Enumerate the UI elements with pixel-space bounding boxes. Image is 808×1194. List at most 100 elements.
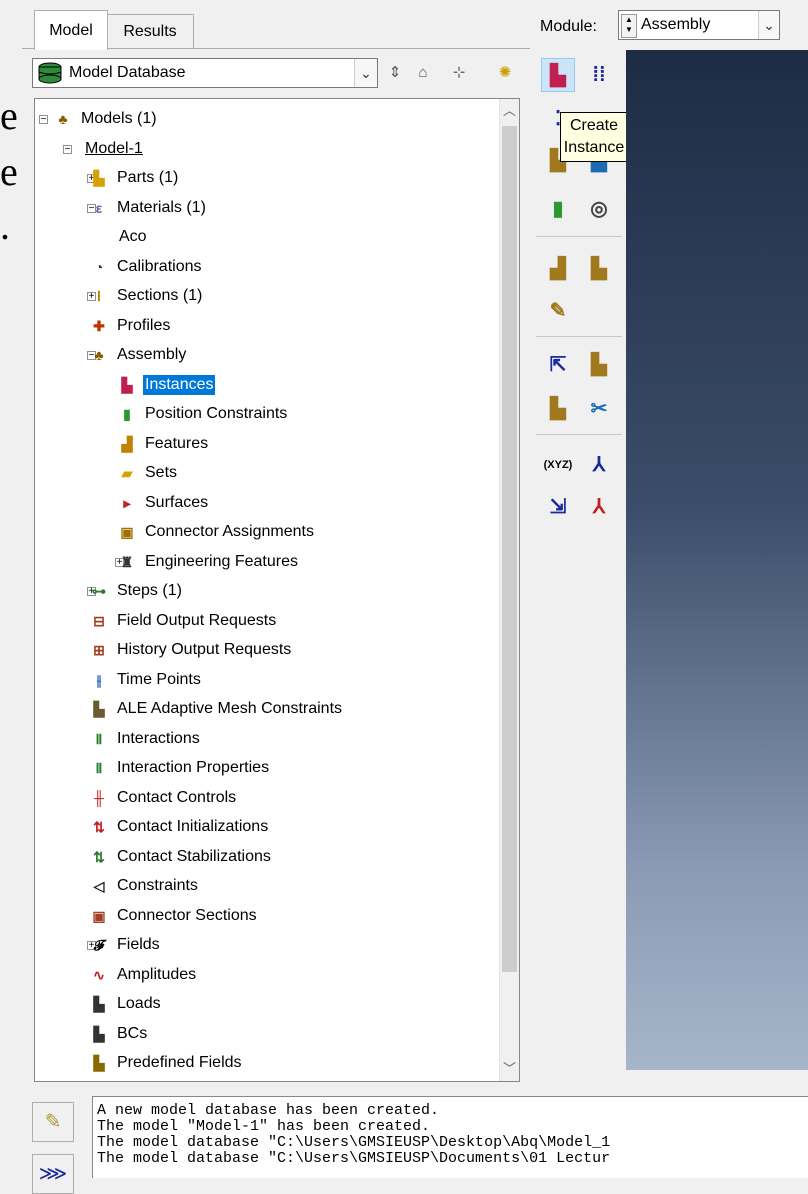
tree-node-amplitudes[interactable]: ∿ Amplitudes [89, 961, 198, 989]
tree-scrollbar[interactable]: ︿ ﹀ [499, 99, 519, 1081]
datum-axis-tool-icon[interactable]: ⇲ [541, 490, 575, 524]
tree-node-interaction-properties[interactable]: Ⅱ Interaction Properties [89, 754, 271, 782]
calibrations-icon: ◔ [94, 258, 104, 275]
model-database-select[interactable]: Model Database ⌄ [32, 58, 378, 88]
tree-node-label: Loads [117, 995, 161, 1012]
select-tool-icon[interactable]: ⇱ [541, 348, 575, 382]
materials-icon: ε [95, 199, 103, 216]
merge-cut-tool-icon[interactable]: ◎ [582, 192, 616, 226]
chevron-down-icon[interactable]: ⌄ [758, 11, 779, 39]
tree-node-label: Position Constraints [145, 405, 288, 422]
tree-node-assembly[interactable]: ♣ Assembly [89, 341, 188, 369]
assembly-icon: ♣ [94, 347, 104, 363]
surfaces-icon: ▸ [123, 494, 131, 511]
tree-node-sets[interactable]: ▰ Sets [117, 459, 179, 487]
model-tree[interactable]: − ♣ Models (1) − Model-1 + ▙ Parts (1) − ε Materia… [34, 98, 520, 1082]
edit-feature-tool-icon[interactable]: ✎ [541, 294, 575, 328]
models-icon: ♣ [58, 111, 68, 127]
tree-node-calibrations[interactable]: ◔ Calibrations [89, 253, 203, 281]
fields-icon: 𝓕 [93, 937, 105, 953]
tree-node-label: Amplitudes [117, 965, 197, 983]
parts-icon: ▙ [93, 170, 105, 186]
tree-node-materials-1[interactable]: ε Materials (1) [89, 194, 208, 222]
chevron-down-icon[interactable]: ⌄ [354, 59, 377, 87]
tree-node-fields[interactable]: 𝓕 Fields [89, 931, 162, 959]
tree-node-parts-1[interactable]: ▙ Parts (1) [89, 164, 180, 192]
viewport[interactable] [626, 50, 808, 1070]
features-icon: ▟ [121, 435, 133, 452]
tree-node-features[interactable]: ▟ Features [117, 430, 210, 458]
tree-expander-icon[interactable]: − [63, 144, 72, 154]
tree-node-remeshing-rules[interactable]: ▤Remeshing Rules [89, 1079, 245, 1082]
tree-node-bcs[interactable]: ▙ BCs [89, 1020, 149, 1048]
cut-geometry-tool-icon[interactable]: ✂ [582, 392, 616, 426]
tree-node-label: Features [145, 434, 209, 452]
tree-node-predefined-fields[interactable]: ▙ Predefined Fields [89, 1049, 244, 1077]
history-output-requests-icon: ⊞ [93, 642, 105, 658]
tree-node-surfaces[interactable]: ▸ Surfaces [117, 489, 210, 517]
tree-node-instances[interactable]: ▙ Instances [117, 371, 216, 399]
tree-node-profiles[interactable]: ✚ Profiles [89, 312, 172, 340]
tree-node-label: Instances [143, 374, 216, 395]
tree-node-engineering-features[interactable]: ♜ Engineering Features [117, 548, 300, 576]
message-line: The model database "C:\Users\GMSIEUSP\Do… [97, 1150, 611, 1167]
tree-node-steps-1[interactable]: ⊶ Steps (1) [89, 577, 184, 605]
tree-node-label: Fields [117, 936, 160, 953]
datum-tool-icon[interactable]: ▟ [541, 252, 575, 286]
tab-results[interactable]: Results [106, 14, 194, 49]
module-select[interactable]: ▲ ▼ Assembly ⌄ [618, 10, 780, 40]
scroll-up-icon[interactable]: ︿ [500, 101, 519, 121]
tree-node-contact-initializations[interactable]: ⇅ Contact Initializations [89, 813, 270, 841]
create-instance-tool-icon[interactable]: ▙ [541, 58, 575, 92]
scroll-thumb[interactable] [502, 126, 517, 972]
datum-csys-tool-icon[interactable]: ⅄ [582, 490, 616, 524]
create-surface-tool-icon[interactable]: ▙ [541, 392, 575, 426]
tree-node-aco[interactable]: Aco [117, 223, 149, 251]
sets-icon: ▰ [121, 465, 133, 481]
tree-node-history-output-requests[interactable]: ⊞ History Output Requests [89, 636, 293, 664]
partition-tool-icon[interactable]: ▙ [582, 252, 616, 286]
tree-node-contact-controls[interactable]: ╫ Contact Controls [89, 784, 238, 812]
tree-node-label: Connector Assignments [145, 523, 314, 540]
tree-node-contact-stabilizations[interactable]: ⇅ Contact Stabilizations [89, 843, 273, 871]
csys-tool-icon[interactable]: ⅄ [582, 448, 616, 482]
coordinate-icon[interactable]: (XYZ) [541, 448, 575, 482]
python-shell-icon[interactable]: ⋙ [32, 1154, 74, 1194]
tree-node-label: ALE Adaptive Mesh Constraints [117, 700, 343, 717]
engineering-features-icon: ♜ [120, 553, 134, 570]
tree-expander-icon[interactable]: − [39, 115, 48, 125]
tree-filter-icon[interactable]: ⊹ [448, 62, 470, 84]
create-set-tool-icon[interactable]: ▙ [582, 348, 616, 382]
tree-node-loads[interactable]: ▙ Loads [89, 990, 163, 1018]
message-area: A new model database has been created. T… [92, 1096, 808, 1178]
tree-node-field-output-requests[interactable]: ⊟ Field Output Requests [89, 607, 278, 635]
sections-icon: Ⅰ [96, 288, 102, 304]
tree-node-label: Engineering Features [145, 552, 298, 570]
message-area-icon[interactable]: ✎ [32, 1102, 74, 1142]
parent-folder-icon[interactable]: ⌂ [412, 62, 434, 84]
position-constraint-tool-icon[interactable]: ▮ [541, 192, 575, 226]
scroll-down-icon[interactable]: ﹀ [500, 1059, 519, 1079]
profiles-icon: ✚ [93, 317, 105, 334]
tree-node-interactions[interactable]: Ⅱ Interactions [89, 725, 202, 753]
tree-node-label: History Output Requests [117, 641, 292, 658]
tree-node-connector-sections[interactable]: ▣ Connector Sections [89, 902, 259, 930]
tree-node-sections-1[interactable]: Ⅰ Sections (1) [89, 282, 204, 310]
tree-node-constraints[interactable]: ◁ Constraints [89, 872, 200, 900]
tree-node-position-constraints[interactable]: ▮ Position Constraints [117, 400, 289, 428]
spinner-icon[interactable]: ▲ ▼ [621, 14, 637, 38]
tree-node-connector-assignments[interactable]: ▣ Connector Assignments [117, 518, 316, 546]
linear-pattern-tool-icon[interactable]: ⁞⁞ [582, 58, 616, 92]
tooltip-line-2: Instance [563, 139, 625, 156]
lightbulb-icon[interactable]: ✺ [494, 62, 516, 84]
tab-model[interactable]: Model [34, 10, 108, 50]
tree-node-model-1[interactable]: Model-1 [83, 135, 145, 163]
tree-node-ale-adaptive-mesh-constraints[interactable]: ▙ ALE Adaptive Mesh Constraints [89, 695, 344, 723]
tree-node-label: Assembly [117, 346, 187, 363]
contact-stabilizations-icon: ⇅ [93, 848, 105, 865]
tree-node-models-1[interactable]: ♣ Models (1) [53, 105, 159, 133]
toolbox-separator [536, 236, 622, 237]
tree-node-time-points[interactable]: ⫲ Time Points [89, 666, 203, 694]
tree-node-label: Constraints [117, 877, 198, 894]
sort-icon[interactable]: ⇕ [384, 62, 406, 84]
